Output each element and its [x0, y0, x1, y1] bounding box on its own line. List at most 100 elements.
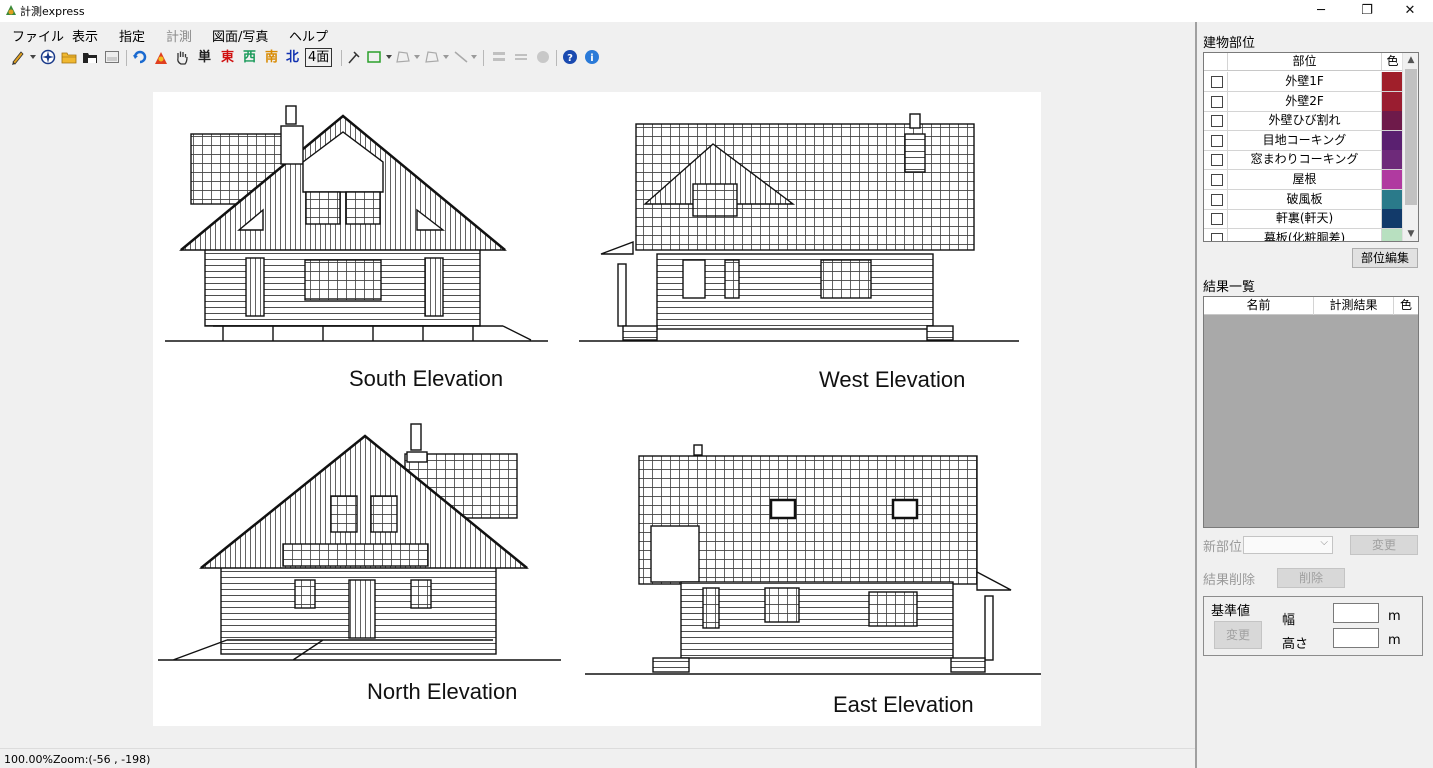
menu-drawing-photo[interactable]: 図面/写真 [212, 26, 268, 45]
width-input[interactable] [1333, 603, 1379, 623]
scroll-down-icon[interactable]: ▼ [1403, 227, 1418, 241]
part-color-swatch[interactable] [1382, 209, 1404, 229]
compass-icon[interactable] [40, 49, 56, 66]
parts-table-row[interactable]: 幕板(化粧胴差) [1204, 228, 1404, 241]
part-checkbox[interactable] [1211, 193, 1223, 206]
part-name: 軒裏(軒天) [1228, 209, 1382, 229]
list-icon[interactable] [491, 49, 507, 66]
south-face-button[interactable]: 南 [265, 49, 278, 66]
west-elevation-label: West Elevation [819, 367, 966, 392]
reference-change-button[interactable]: 変更 [1214, 621, 1262, 649]
change-part-button[interactable]: 変更 [1350, 535, 1418, 555]
north-elevation-label: North Elevation [367, 679, 518, 704]
width-label: 幅 [1282, 613, 1296, 628]
minimize-button[interactable]: ─ [1299, 0, 1343, 22]
east-elevation-label: East Elevation [833, 692, 974, 717]
chevron-down-icon[interactable] [443, 55, 449, 59]
part-color-swatch[interactable] [1382, 228, 1404, 241]
open-folder-icon[interactable] [61, 49, 77, 66]
menu-specify[interactable]: 指定 [119, 26, 145, 45]
save-folder-icon[interactable] [82, 49, 98, 66]
line-tool-icon[interactable] [453, 49, 469, 66]
part-checkbox[interactable] [1211, 115, 1223, 128]
parts-table: 部位 色 外壁1F 外壁2F 外壁ひび割れ 目地コーキング 窓まわりコーキング 屋根 破風板… [1203, 52, 1419, 242]
north-face-button[interactable]: 北 [286, 49, 299, 66]
parts-scrollbar[interactable]: ▲ ▼ [1402, 53, 1418, 241]
delete-result-button[interactable]: 削除 [1277, 568, 1345, 588]
chevron-down-icon[interactable] [386, 55, 392, 59]
east-face-button[interactable]: 東 [221, 49, 234, 66]
rotate-icon[interactable] [132, 49, 148, 66]
parts-table-row[interactable]: 外壁2F [1204, 91, 1404, 112]
eraser-icon[interactable] [535, 49, 551, 66]
help-icon[interactable]: ? [562, 49, 578, 66]
elevation-drawing[interactable]: South Elevation West Elevation North Ele… [153, 92, 1041, 726]
new-part-label: 新部位 [1203, 540, 1243, 555]
edit-parts-button[interactable]: 部位編集 [1352, 248, 1418, 268]
column-result-color: 色 [1399, 298, 1412, 312]
person-icon[interactable] [153, 49, 169, 66]
scroll-thumb[interactable] [1405, 69, 1417, 205]
scroll-up-icon[interactable]: ▲ [1403, 53, 1418, 67]
part-name: 外壁1F [1228, 72, 1382, 91]
results-table[interactable]: 名前 計測結果 色 [1203, 296, 1419, 528]
app-logo-icon [4, 3, 18, 17]
measure-pin-icon[interactable] [346, 49, 362, 66]
table-icon[interactable] [513, 49, 529, 66]
hand-pan-icon[interactable] [174, 49, 190, 66]
toolbar-separator [556, 50, 557, 66]
parts-table-row[interactable]: 外壁1F [1204, 72, 1404, 92]
parts-table-row[interactable]: 軒裏(軒天) [1204, 209, 1404, 230]
toolbar: 単 東 西 南 北 4面 ? i [0, 44, 1195, 70]
close-button[interactable]: ✕ [1388, 0, 1432, 22]
rectangle-select-icon[interactable] [366, 49, 382, 66]
menu-view[interactable]: 表示 [72, 26, 98, 45]
menu-measure[interactable]: 計測 [166, 26, 192, 45]
north-elevation-drawing [158, 423, 561, 661]
west-face-button[interactable]: 西 [243, 49, 256, 66]
delete-result-label: 結果削除 [1203, 573, 1256, 588]
reference-value-group: 基準値 変更 幅 m 高さ m [1203, 596, 1423, 656]
drawing-canvas-area[interactable]: South Elevation West Elevation North Ele… [0, 70, 1195, 748]
part-checkbox[interactable] [1211, 76, 1223, 88]
part-color-swatch[interactable] [1382, 150, 1404, 170]
parts-table-row[interactable]: 外壁ひび割れ [1204, 111, 1404, 132]
parts-table-row[interactable]: 屋根 [1204, 170, 1404, 190]
menu-help[interactable]: ヘルプ [289, 26, 328, 45]
width-unit: m [1388, 609, 1401, 624]
south-elevation-drawing [165, 105, 548, 342]
part-color-swatch[interactable] [1382, 189, 1404, 209]
menu-file[interactable]: ファイル [12, 26, 64, 45]
pen-icon[interactable] [10, 49, 26, 66]
elevation-line-art [158, 105, 1041, 675]
single-face-button[interactable]: 単 [198, 49, 211, 66]
four-faces-button[interactable]: 4面 [305, 48, 333, 67]
chevron-down-icon[interactable] [471, 55, 477, 59]
toolbar-separator [126, 50, 127, 66]
part-checkbox[interactable] [1211, 95, 1223, 108]
part-color-swatch[interactable] [1382, 170, 1404, 189]
part-checkbox[interactable] [1211, 213, 1223, 226]
part-checkbox[interactable] [1211, 154, 1223, 167]
new-part-select[interactable]: ⌵ [1243, 536, 1333, 554]
parts-table-row[interactable]: 目地コーキング [1204, 130, 1404, 151]
parts-table-row[interactable]: 窓まわりコーキング [1204, 150, 1404, 171]
part-color-swatch[interactable] [1382, 91, 1404, 111]
info-icon[interactable]: i [584, 49, 600, 66]
part-color-swatch[interactable] [1382, 130, 1404, 150]
part-color-swatch[interactable] [1382, 111, 1404, 131]
kml-export-icon[interactable] [104, 49, 120, 66]
polygon-alt-icon[interactable] [424, 49, 440, 66]
chevron-down-icon[interactable] [414, 55, 420, 59]
part-checkbox[interactable] [1211, 134, 1223, 147]
chevron-down-icon[interactable] [30, 55, 36, 59]
part-name: 幕板(化粧胴差) [1228, 228, 1382, 241]
part-checkbox[interactable] [1211, 232, 1223, 241]
part-color-swatch[interactable] [1382, 72, 1404, 91]
height-input[interactable] [1333, 628, 1379, 648]
polygon-icon[interactable] [395, 49, 411, 66]
restore-button[interactable]: ❐ [1345, 0, 1389, 22]
part-checkbox[interactable] [1211, 174, 1223, 186]
parts-table-row[interactable]: 破風板 [1204, 189, 1404, 210]
right-panel: 建物部位 部位 色 外壁1F 外壁2F 外壁ひび割れ 目地コーキング 窓まわりコーキング… [1197, 22, 1433, 768]
